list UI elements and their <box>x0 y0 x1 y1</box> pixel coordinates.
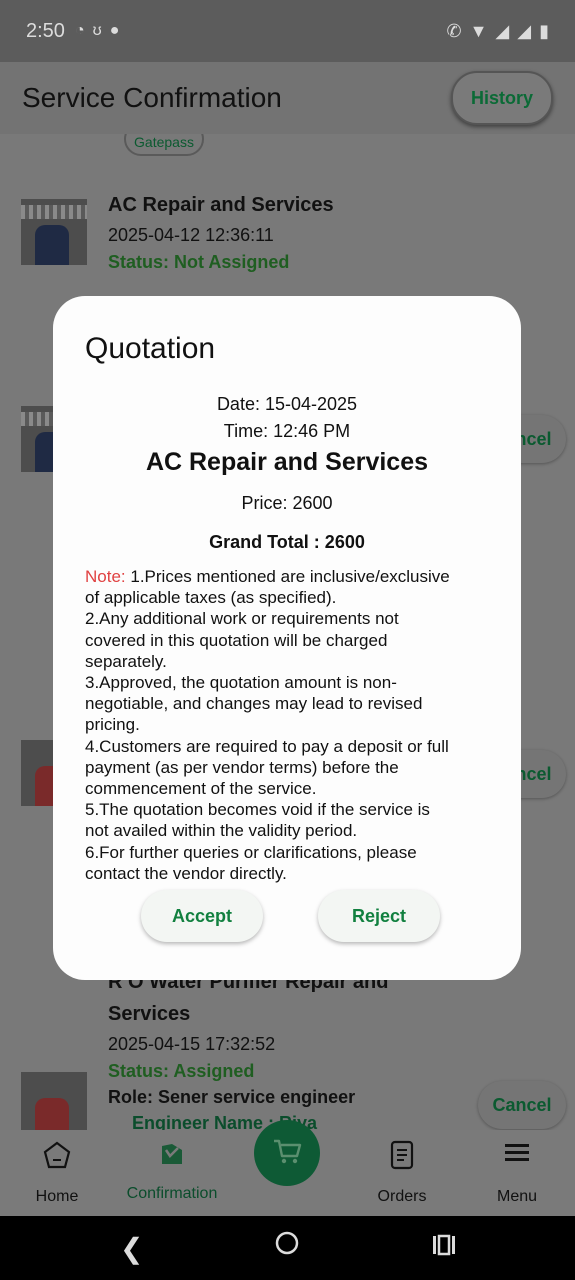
quotation-grand-total: Grand Total : 2600 <box>209 532 365 552</box>
notification-icons: ◔ ʊ ● <box>75 22 119 40</box>
note-line: 3.Approved, the quotation amount is non- <box>85 673 397 693</box>
card-title: AC Repair and Services <box>108 194 334 216</box>
wifi-icon: ▼ <box>469 20 488 41</box>
nav-menu[interactable]: Menu <box>462 1130 572 1216</box>
gatepass-button[interactable]: Gatepass <box>124 134 204 156</box>
note-line: commencement of the service. <box>85 779 317 799</box>
service-thumbnail <box>21 199 87 265</box>
menu-icon <box>462 1140 572 1173</box>
app-bar: Service Confirmation History <box>0 62 575 134</box>
quotation-notes: Note: 1.Prices mentioned are inclusive/e… <box>85 566 495 884</box>
page-title: Service Confirmation <box>22 82 282 113</box>
signal-icon-2: ◢ <box>517 20 532 41</box>
card-role: Role: Sener service engineer <box>108 1087 356 1107</box>
nav-home-label: Home <box>35 1188 79 1205</box>
nav-confirmation[interactable]: Confirmation <box>117 1130 227 1216</box>
cancel-button[interactable]: Cancel <box>478 1081 566 1129</box>
home-circle-icon[interactable] <box>274 1230 300 1263</box>
history-button[interactable]: History <box>451 71 553 125</box>
note-line: contact the vendor directly. <box>85 863 287 883</box>
status-time: 2:50 <box>26 19 65 42</box>
phone-app-icon: ● <box>109 22 120 39</box>
signal-icon: ◢ <box>495 20 510 41</box>
card-status: Status: Assigned <box>108 1061 255 1081</box>
accept-button[interactable]: Accept <box>141 890 263 942</box>
card-datetime: 2025-04-12 12:36:11 <box>108 225 274 245</box>
system-icons: ✆ ▼ ◢ ◢ ▮ <box>446 21 549 42</box>
quotation-service-name: AC Repair and Services <box>145 448 429 476</box>
call-icon: ✆ <box>446 20 462 41</box>
quotation-date: Date: 15-04-2025 <box>216 394 358 414</box>
note-line: not availed within the validity period. <box>85 821 358 841</box>
note-line: 4.Customers are required to pay a deposi… <box>85 736 449 756</box>
nav-menu-label: Menu <box>496 1188 538 1205</box>
card-title-line2: Services <box>108 1003 191 1025</box>
cart-button[interactable] <box>254 1120 320 1186</box>
note-line: payment (as per vendor terms) before the <box>85 757 399 777</box>
quotation-time: Time: 12:46 PM <box>223 421 351 441</box>
card-status: Status: Not Assigned <box>108 252 290 272</box>
note-line: of applicable taxes (as specified). <box>85 588 337 608</box>
reject-button[interactable]: Reject <box>318 890 440 942</box>
system-navigation-bar: ❮ <box>0 1216 575 1280</box>
service-thumbnail <box>21 1072 87 1130</box>
battery-icon: ▮ <box>539 20 549 41</box>
note-line: 2.Any additional work or requirements no… <box>85 609 399 629</box>
recents-icon[interactable] <box>431 1232 457 1264</box>
note-line: 6.For further queries or clarifications,… <box>85 842 417 862</box>
nav-home[interactable]: Home <box>2 1130 112 1216</box>
note-line: separately. <box>85 651 167 671</box>
home-icon <box>2 1140 112 1177</box>
card-datetime: 2025-04-15 17:32:52 <box>108 1034 276 1054</box>
note-line: Note: 1.Prices mentioned are inclusive/e… <box>85 567 450 586</box>
orders-icon <box>347 1140 457 1177</box>
nav-confirmation-label: Confirmation <box>126 1185 218 1202</box>
bottom-navigation: Home Confirmation Orders Menu <box>0 1120 575 1216</box>
alarm-icon: ʊ <box>92 22 102 39</box>
note-label: Note: <box>85 567 126 586</box>
note-line: 5.The quotation becomes void if the serv… <box>85 800 430 820</box>
back-icon[interactable]: ❮ <box>120 1232 143 1265</box>
dialog-title: Quotation <box>85 332 216 365</box>
confirmation-icon <box>117 1140 227 1175</box>
status-bar: 2:50 ◔ ʊ ● ✆ ▼ ◢ ◢ ▮ <box>0 0 575 62</box>
cart-icon <box>271 1135 303 1172</box>
note-line: covered in this quotation will be charge… <box>85 630 388 650</box>
note-line: pricing. <box>85 715 140 735</box>
quotation-price: Price: 2600 <box>241 493 333 513</box>
nav-orders-label: Orders <box>377 1188 427 1205</box>
note-line: negotiable, and changes may lead to revi… <box>85 694 423 714</box>
whatsapp-icon: ◔ <box>74 22 85 39</box>
quotation-dialog: Quotation Date: 15-04-2025 Time: 12:46 P… <box>53 296 521 980</box>
nav-orders[interactable]: Orders <box>347 1130 457 1216</box>
